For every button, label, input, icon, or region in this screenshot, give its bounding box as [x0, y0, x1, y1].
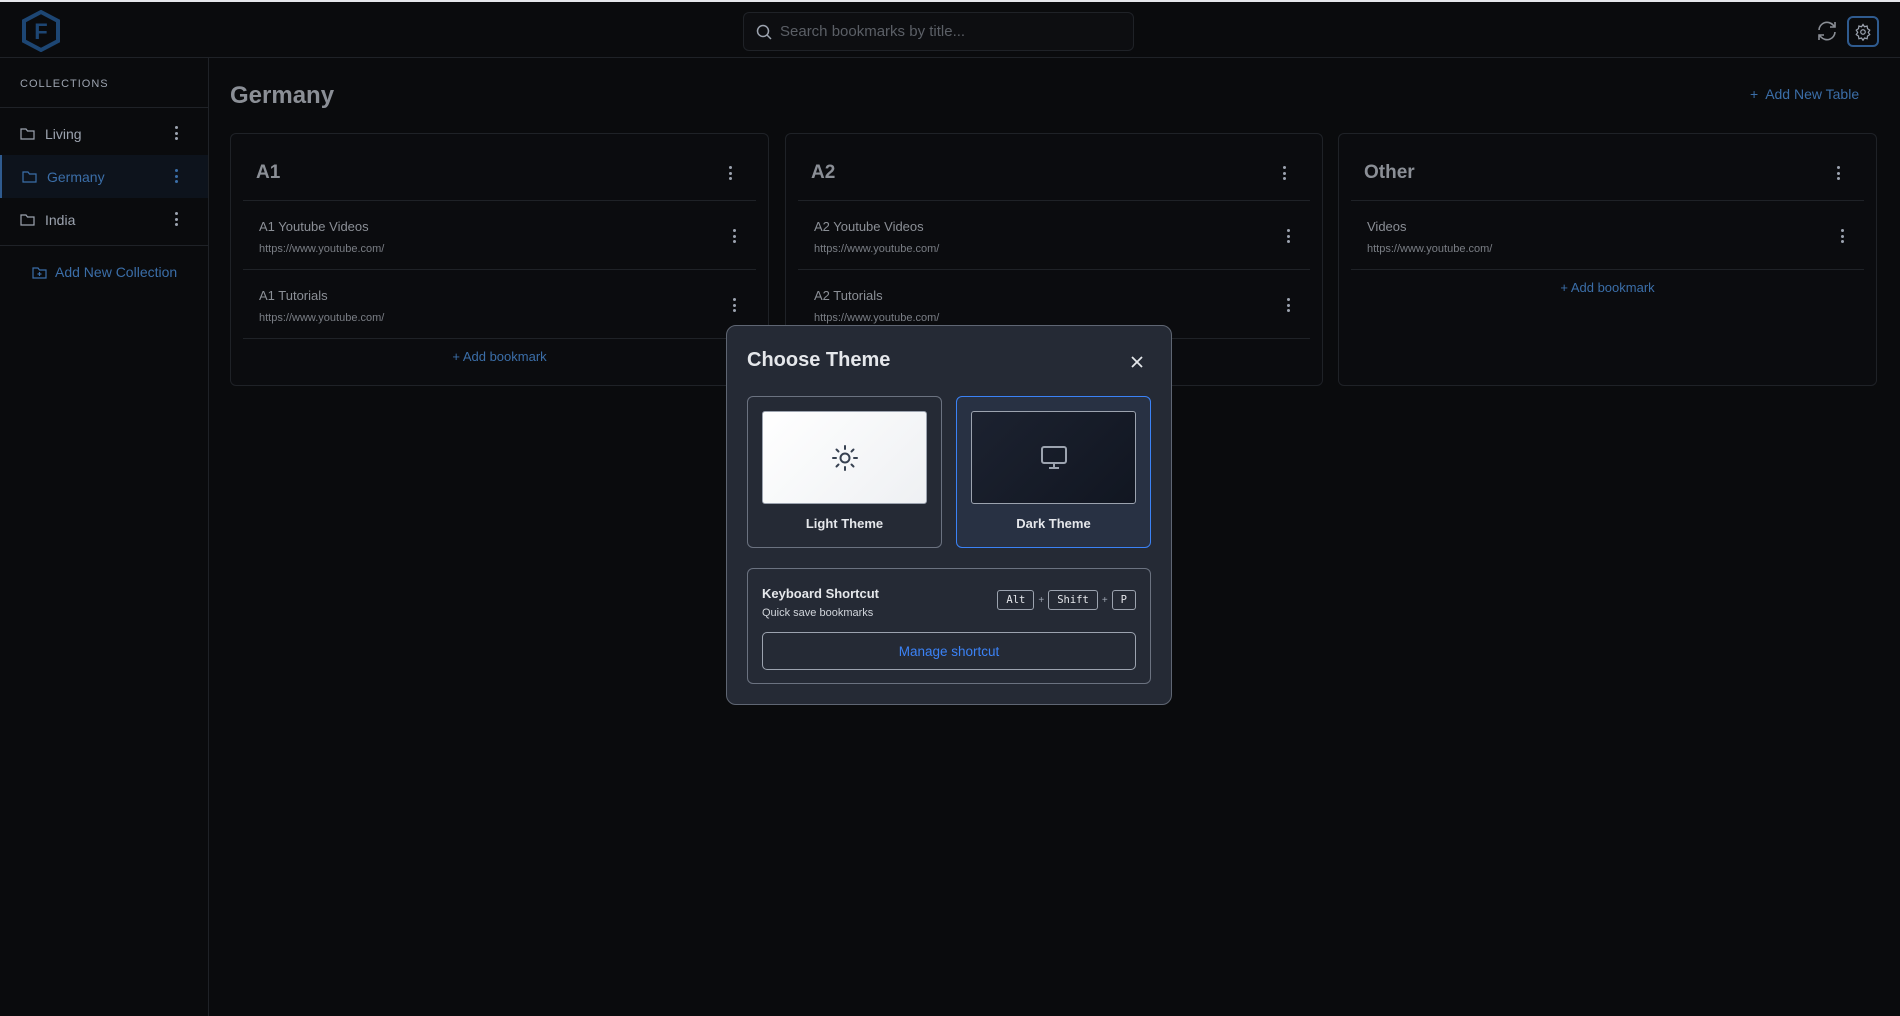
add-table-label: Add New Table — [1765, 86, 1860, 102]
key-separator: + — [1101, 594, 1108, 606]
table-card-other: Other Videos https://www.youtube.com/ + A… — [1338, 133, 1877, 386]
bookmark-title[interactable]: A1 Youtube Videos — [259, 219, 369, 234]
keyboard-shortcut-section: Keyboard Shortcut Quick save bookmarks A… — [747, 568, 1151, 684]
add-bookmark-button[interactable]: + Add bookmark — [1339, 280, 1876, 295]
settings-button[interactable] — [1847, 16, 1879, 47]
bookmark-item[interactable]: Videos https://www.youtube.com/ — [1351, 201, 1864, 270]
more-options-icon[interactable] — [174, 169, 178, 183]
bookmark-title[interactable]: Videos — [1367, 219, 1407, 234]
light-theme-label: Light Theme — [805, 516, 884, 531]
bookmark-item[interactable]: A1 Tutorials https://www.youtube.com/ — [243, 270, 756, 339]
key-alt: Alt — [997, 590, 1035, 610]
add-collection-button[interactable]: Add New Collection — [0, 246, 208, 280]
more-options-icon[interactable] — [174, 212, 178, 226]
top-bar: F — [0, 2, 1900, 58]
choose-theme-dialog: Choose Theme Light Theme Dark Theme Keyb… — [726, 325, 1172, 705]
table-title: A1 — [256, 162, 281, 183]
bookmark-title[interactable]: A2 Youtube Videos — [814, 219, 924, 234]
key-separator: + — [1038, 594, 1045, 606]
light-theme-option[interactable]: Light Theme — [747, 396, 942, 548]
more-options-icon[interactable] — [728, 166, 732, 180]
light-theme-preview — [762, 411, 927, 504]
sidebar-item-living[interactable]: Living — [0, 112, 208, 155]
bookmark-title[interactable]: A1 Tutorials — [259, 288, 328, 303]
dark-theme-option[interactable]: Dark Theme — [956, 396, 1151, 548]
sidebar-item-germany[interactable]: Germany — [0, 155, 208, 198]
more-options-icon[interactable] — [174, 126, 178, 140]
shortcut-title: Keyboard Shortcut — [762, 586, 880, 601]
more-options-icon[interactable] — [1286, 298, 1290, 312]
add-bookmark-button[interactable]: + Add bookmark — [231, 349, 768, 364]
bookmark-url[interactable]: https://www.youtube.com/ — [259, 243, 384, 255]
table-card-a1: A1 A1 Youtube Videos https://www.youtube.… — [230, 133, 769, 386]
bookmark-item[interactable]: A1 Youtube Videos https://www.youtube.com… — [243, 201, 756, 270]
sidebar-item-label: Living — [45, 125, 82, 142]
more-options-icon[interactable] — [1840, 229, 1844, 243]
sidebar-item-india[interactable]: India — [0, 198, 208, 241]
shortcut-keys: Alt + Shift + P — [997, 590, 1136, 610]
dark-theme-label: Dark Theme — [1016, 516, 1091, 531]
page-title: Germany — [230, 82, 335, 109]
sun-icon — [831, 444, 858, 471]
folder-plus-icon — [32, 266, 47, 279]
key-shift: Shift — [1048, 590, 1098, 610]
more-options-icon[interactable] — [1836, 166, 1840, 180]
folder-icon — [20, 214, 35, 226]
collections-heading: COLLECTIONS — [0, 58, 208, 108]
dark-theme-preview — [971, 411, 1136, 504]
bookmark-url[interactable]: https://www.youtube.com/ — [814, 312, 939, 324]
key-p: P — [1111, 590, 1136, 610]
refresh-icon[interactable] — [1815, 19, 1839, 43]
folder-icon — [22, 171, 37, 183]
close-icon[interactable] — [1127, 352, 1147, 372]
monitor-icon — [1040, 445, 1067, 469]
add-collection-label: Add New Collection — [55, 264, 178, 280]
svg-text:F: F — [34, 19, 47, 44]
bookmark-url[interactable]: https://www.youtube.com/ — [814, 243, 939, 255]
sidebar-item-label: India — [45, 211, 76, 228]
table-title: A2 — [811, 162, 836, 183]
shortcut-subtitle: Quick save bookmarks — [762, 607, 874, 619]
bookmark-title[interactable]: A2 Tutorials — [814, 288, 883, 303]
search-bar[interactable] — [743, 12, 1134, 51]
manage-shortcut-button[interactable]: Manage shortcut — [762, 632, 1136, 670]
more-options-icon[interactable] — [1286, 229, 1290, 243]
search-input[interactable] — [780, 23, 1110, 40]
app-logo[interactable]: F — [20, 10, 62, 52]
sidebar-item-label: Germany — [47, 168, 105, 185]
bookmark-item[interactable]: A2 Youtube Videos https://www.youtube.com… — [798, 201, 1310, 270]
plus-icon: + — [1750, 86, 1766, 102]
sidebar: COLLECTIONS Living Germany India Add New… — [0, 58, 209, 1016]
folder-icon — [20, 128, 35, 140]
bookmark-url[interactable]: https://www.youtube.com/ — [259, 312, 384, 324]
more-options-icon[interactable] — [732, 229, 736, 243]
dialog-title: Choose Theme — [747, 349, 891, 371]
gear-icon — [1855, 22, 1871, 41]
add-table-button[interactable]: + Add New Table — [1750, 86, 1859, 102]
table-title: Other — [1364, 162, 1415, 183]
search-icon — [756, 24, 772, 40]
bookmark-url[interactable]: https://www.youtube.com/ — [1367, 243, 1492, 255]
more-options-icon[interactable] — [1282, 166, 1286, 180]
more-options-icon[interactable] — [732, 298, 736, 312]
